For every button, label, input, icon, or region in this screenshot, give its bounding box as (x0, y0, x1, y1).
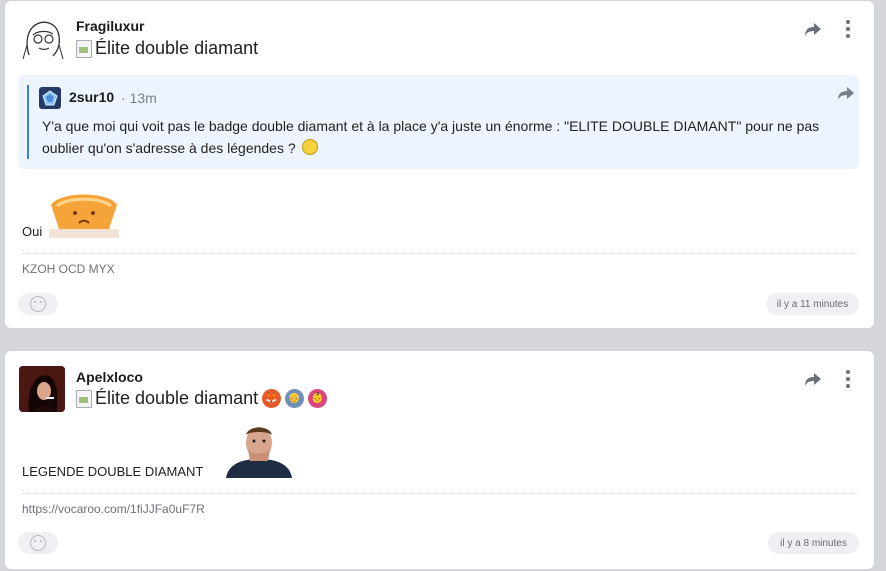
quote-text: Y'a que moi qui voit pas le badge double… (42, 115, 842, 159)
add-reaction-button[interactable] (18, 293, 58, 315)
divider (22, 253, 858, 254)
baby-badge-icon[interactable]: 👶 (308, 389, 328, 408)
quote-author-name[interactable]: 2sur10 (69, 89, 114, 105)
add-reaction-icon (30, 296, 46, 312)
facepalm-man-sticker (224, 423, 294, 478)
quote-time: · 13m (121, 90, 157, 106)
post-timestamp[interactable]: il y a 11 minutes (766, 293, 859, 315)
vertical-dots-icon[interactable] (845, 370, 851, 388)
share-arrow-icon[interactable] (837, 85, 855, 101)
badge-alt-text: Élite double diamant (95, 388, 259, 408)
post-card: Fragiluxur Élite double diamant 2sur10 ·… (5, 1, 874, 328)
vertical-dots-icon[interactable] (845, 20, 851, 38)
author-name[interactable]: Apelxloco (76, 369, 143, 385)
confused-smiley-icon (301, 139, 318, 155)
badge-line: Élite double diamant (76, 38, 258, 59)
divider (22, 493, 858, 494)
broken-image-icon (76, 389, 92, 408)
signature[interactable]: https://vocaroo.com/1fiJJFa0uF7R (22, 502, 205, 516)
fox-badge-icon[interactable]: 🦊 (262, 389, 282, 408)
post-card: Apelxloco Élite double diamant 🦊 👴 👶 LEG… (5, 351, 874, 569)
post-body-text: LEGENDE DOUBLE DIAMANT (22, 464, 204, 479)
post-body-text: Oui (22, 224, 43, 239)
author-name[interactable]: Fragiluxur (76, 18, 144, 34)
add-reaction-icon (30, 535, 46, 551)
quote-text-content: Y'a que moi qui voit pas le badge double… (42, 118, 820, 156)
badge-line: Élite double diamant 🦊 👴 👶 (76, 388, 328, 409)
quote-accent-bar (27, 85, 29, 159)
share-arrow-icon[interactable] (804, 21, 822, 37)
broken-image-icon (76, 39, 92, 58)
quote-block: 2sur10 · 13m Y'a que moi qui voit pas le… (18, 75, 859, 169)
quote-author-avatar[interactable] (39, 87, 61, 109)
author-avatar[interactable] (19, 366, 65, 412)
add-reaction-button[interactable] (18, 532, 58, 554)
badge-alt-text: Élite double diamant (95, 38, 259, 58)
orange-face-sticker (49, 193, 119, 238)
signature: KZOH OCD MYX (22, 262, 115, 276)
share-arrow-icon[interactable] (804, 371, 822, 387)
portrait-badge-icon[interactable]: 👴 (285, 389, 305, 408)
author-avatar[interactable] (19, 15, 65, 61)
post-timestamp[interactable]: il y a 8 minutes (768, 532, 859, 554)
